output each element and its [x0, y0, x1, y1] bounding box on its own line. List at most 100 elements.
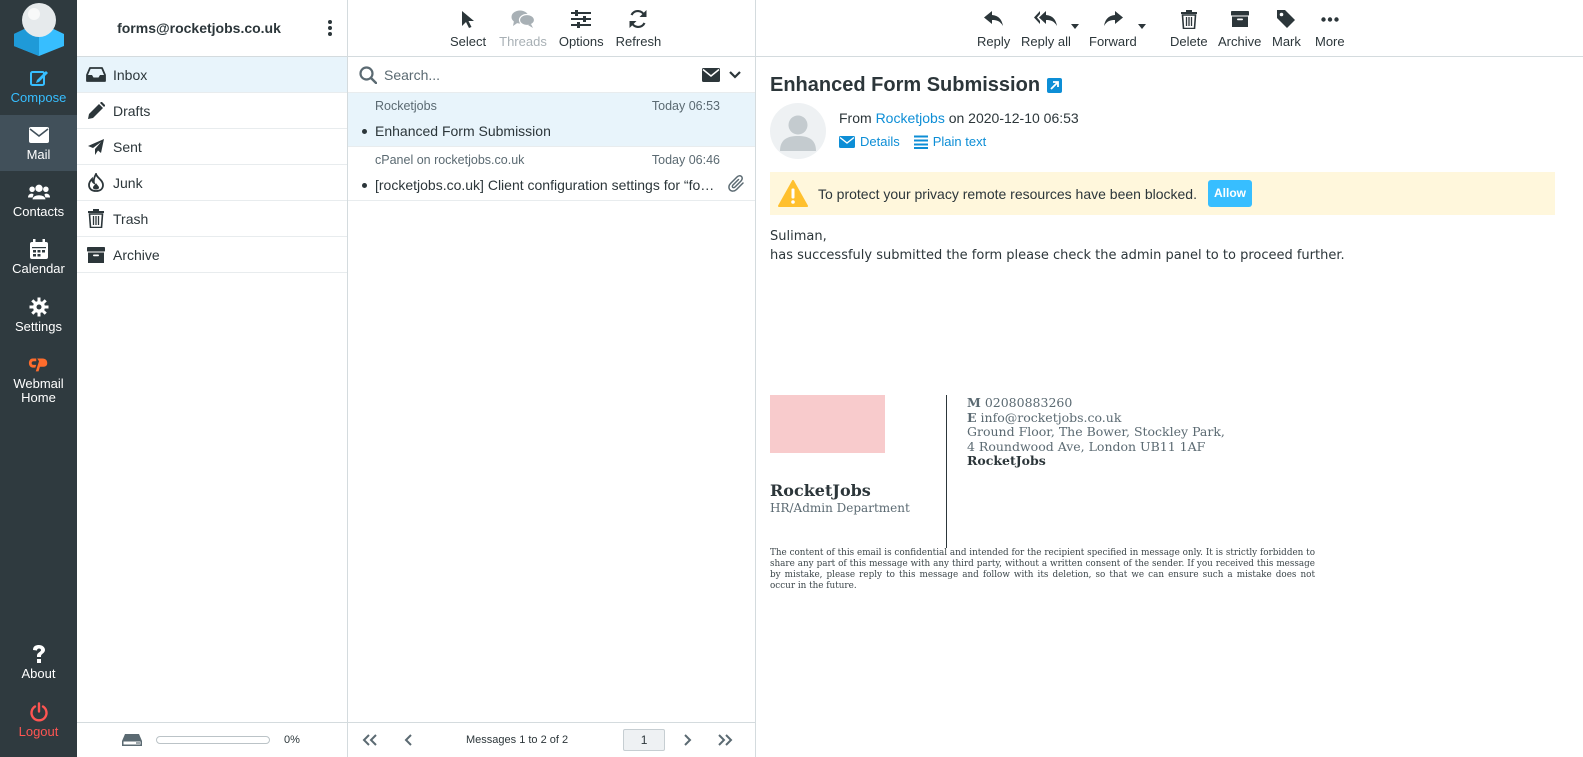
more-button[interactable]: More [1315, 0, 1345, 49]
folder-drafts[interactable]: Drafts [77, 93, 347, 129]
calendar-nav-button[interactable]: Calendar [0, 229, 77, 285]
mark-button[interactable]: Mark [1272, 0, 1301, 49]
signature-email: info@rocketjobs.co.uk [980, 409, 1122, 425]
settings-nav-button[interactable]: Settings [0, 287, 77, 343]
trash-icon [86, 209, 106, 229]
message-row[interactable]: Rocketjobs Today 06:53 Enhanced Form Sub… [348, 93, 755, 147]
search-icon[interactable] [359, 65, 377, 84]
reply-all-dropdown-icon[interactable] [1071, 24, 1079, 29]
delete-button[interactable]: Delete [1170, 0, 1208, 49]
roundcube-logo[interactable] [12, 2, 66, 56]
compose-button[interactable]: Compose [0, 58, 77, 114]
refresh-button[interactable]: Refresh [615, 0, 662, 49]
compose-icon [28, 67, 50, 89]
signature-name: RocketJobs [770, 481, 871, 500]
signature-phone: 02080883260 [984, 395, 1073, 410]
email-subject: Enhanced Form Submission [770, 74, 1063, 97]
folder-trash[interactable]: Trash [77, 201, 347, 237]
last-page-icon[interactable] [713, 728, 737, 752]
webmail-home-button[interactable]: Webmail Home [0, 344, 77, 408]
left-navigation: Compose Mail Contacts Calendar Settings … [0, 0, 77, 757]
account-name: forms@rocketjobs.co.uk [117, 20, 281, 36]
sender-link[interactable]: Rocketjobs [876, 110, 945, 126]
message-from: Rocketjobs [375, 99, 437, 113]
trash-icon [1180, 7, 1197, 31]
forward-button[interactable]: Forward [1089, 0, 1137, 49]
folder-label: Inbox [113, 66, 148, 83]
folder-label: Sent [113, 138, 142, 155]
folder-pane-header: forms@rocketjobs.co.uk [77, 0, 347, 57]
folder-sent[interactable]: Sent [77, 129, 347, 165]
warning-icon [778, 180, 808, 207]
unread-dot-icon [362, 183, 367, 188]
email-subject-text: Enhanced Form Submission [770, 74, 1041, 96]
email-from-line: From Rocketjobs on 2020-12-10 06:53 [839, 110, 1079, 126]
comments-icon [511, 7, 535, 31]
pencil-icon [86, 101, 106, 121]
reply-all-button[interactable]: Reply all [1021, 0, 1071, 49]
about-nav-button[interactable]: About [0, 634, 77, 690]
confidentiality-disclaimer: The content of this email is confidentia… [770, 548, 1315, 591]
previous-page-icon[interactable] [396, 728, 420, 752]
email-body: Suliman, has successfuly submitted the f… [770, 227, 1345, 265]
message-row[interactable]: cPanel on rocketjobs.co.uk Today 06:46 [… [348, 147, 755, 201]
forward-dropdown-icon[interactable] [1138, 24, 1146, 29]
message-count-status: Messages 1 to 2 of 2 [466, 734, 569, 746]
folder-label: Trash [113, 210, 149, 227]
archive-icon [1230, 7, 1249, 31]
open-in-new-window-icon[interactable] [1047, 78, 1063, 93]
options-button[interactable]: Options [559, 0, 604, 49]
ellipsis-icon [1321, 7, 1339, 31]
details-link[interactable]: Details [839, 134, 900, 149]
hard-drive-icon [122, 733, 142, 747]
reply-button[interactable]: Reply [977, 0, 1010, 49]
message-from: cPanel on rocketjobs.co.uk [375, 153, 525, 167]
chevron-down-icon[interactable] [729, 70, 741, 79]
cpanel-icon [28, 353, 50, 375]
settings-label: Settings [15, 319, 62, 334]
folder-archive[interactable]: Archive [77, 237, 347, 273]
mail-label: Mail [26, 147, 51, 162]
reply-label: Reply [977, 34, 1011, 49]
quota-bar [156, 736, 270, 744]
select-button[interactable]: Select [450, 0, 486, 49]
logout-button[interactable]: Logout [0, 692, 77, 748]
folder-junk[interactable]: Junk [77, 165, 347, 201]
cursor-icon [461, 7, 475, 31]
message-pager: Messages 1 to 2 of 2 1 [348, 722, 755, 757]
reply-all-icon [1033, 7, 1058, 31]
about-label: About [21, 666, 56, 681]
forward-icon [1103, 7, 1123, 31]
folder-actions-menu-icon[interactable] [317, 15, 343, 41]
signature-image-placeholder [770, 395, 885, 453]
threads-button[interactable]: Threads [499, 0, 547, 49]
allow-button[interactable]: Allow [1207, 180, 1252, 207]
delete-label: Delete [1170, 34, 1208, 49]
message-subject: [rocketjobs.co.uk] Client configuration … [375, 177, 715, 193]
next-page-icon[interactable] [675, 728, 699, 752]
notice-text: To protect your privacy remote resources… [818, 185, 1197, 202]
folder-label: Junk [113, 174, 143, 191]
contacts-label: Contacts [12, 204, 65, 219]
mail-nav-button[interactable]: Mail [0, 115, 77, 171]
message-date: Today 06:46 [651, 153, 720, 167]
calendar-icon [28, 238, 50, 260]
contacts-nav-button[interactable]: Contacts [0, 172, 77, 228]
page-number-input[interactable]: 1 [623, 729, 666, 751]
webmail-label-line2: Home [21, 390, 56, 405]
message-toolbar: Reply Reply all Forward Delete Archive M… [756, 0, 1583, 57]
plain-text-link[interactable]: Plain text [913, 134, 986, 149]
details-label: Details [860, 134, 900, 149]
folder-inbox[interactable]: Inbox [77, 57, 347, 93]
folder-label: Drafts [113, 102, 151, 119]
sliders-icon [571, 7, 592, 31]
search-input[interactable] [384, 66, 684, 83]
envelope-filter-icon[interactable] [702, 67, 720, 82]
message-subject: Enhanced Form Submission [375, 123, 551, 139]
email-body-line: has successfuly submitted the form pleas… [770, 248, 1345, 263]
refresh-label: Refresh [615, 34, 662, 49]
first-page-icon[interactable] [358, 728, 382, 752]
archive-button[interactable]: Archive [1218, 0, 1261, 49]
message-list-toolbar: Select Threads Options Refresh [348, 0, 755, 57]
signature-address-line: Ground Floor, The Bower, Stockley Park, [967, 424, 1225, 439]
